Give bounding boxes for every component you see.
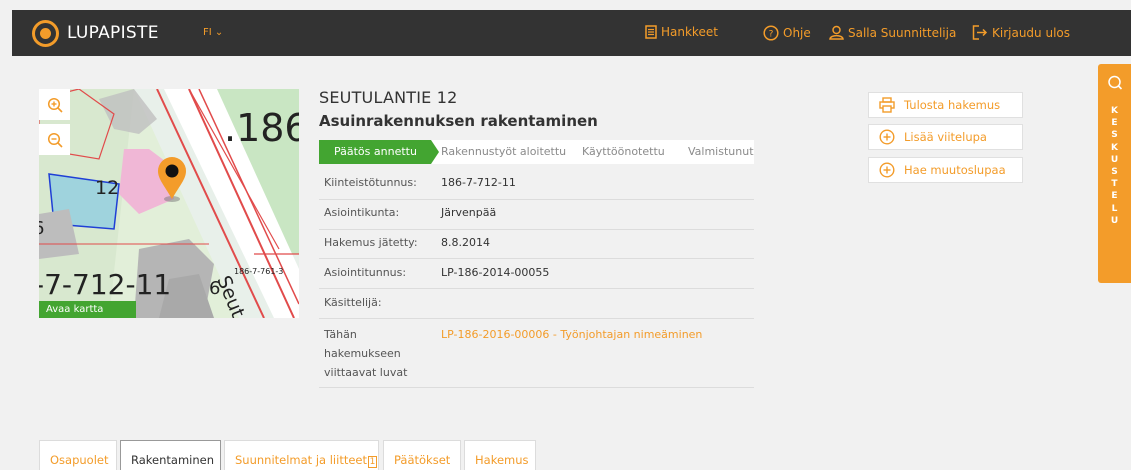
status-step-construction-started: Rakennustyöt aloitettu: [441, 145, 567, 158]
svg-text:?: ?: [769, 30, 774, 40]
apply-change-permit-label: Hae muutoslupaa: [904, 163, 1006, 177]
chat-icon: [1108, 75, 1123, 90]
zoom-out-icon: [47, 132, 63, 148]
nav-user-label: Salla Suunnittelija: [848, 25, 957, 40]
status-step-completed: Valmistunut: [688, 145, 754, 158]
property-map[interactable]: .186 12 -7-712-11 6 186-7-761-3 Seut 6 A…: [39, 89, 299, 318]
language-selector[interactable]: FI ⌄: [203, 27, 223, 38]
map-label-property: -7-712-11: [39, 268, 171, 301]
chat-letter: U: [1110, 154, 1119, 165]
zoom-in-button[interactable]: [39, 89, 70, 120]
info-label-line: viittaavat luvat: [324, 366, 408, 379]
print-application-button[interactable]: Tulosta hakemus: [868, 92, 1023, 118]
chat-label: K E S K U S T E L U: [1098, 105, 1131, 227]
plus-circle-icon: [879, 162, 895, 178]
application-address: SEUTULANTIE 12: [319, 88, 458, 107]
info-row-submitted-date: Hakemus jätetty: 8.8.2014: [319, 230, 754, 259]
info-row-property-id: Kiinteistötunnus: 186-7-712-11: [319, 171, 754, 200]
info-label: Asiointikunta:: [324, 206, 400, 219]
info-label-line: Tähän: [324, 328, 357, 341]
tab-application[interactable]: Hakemus: [464, 440, 536, 470]
chat-letter: L: [1111, 203, 1118, 214]
nav-logout-label: Kirjaudu ulos: [992, 25, 1070, 40]
map-label-neighbor: 186-7-761-3: [234, 267, 283, 276]
info-label: Kiinteistötunnus:: [324, 176, 417, 189]
info-row-municipality: Asiointikunta: Järvenpää: [319, 200, 754, 230]
top-navigation-bar: LUPAPISTE FI ⌄ Hankkeet ? Ohje Salla Suu…: [12, 10, 1131, 56]
plus-circle-icon: [879, 129, 895, 145]
chat-letter: U: [1110, 215, 1119, 226]
nav-help-link[interactable]: ? Ohje: [763, 25, 811, 41]
info-label: Tähän hakemukseen viittaavat luvat: [324, 325, 407, 382]
status-progress-bar: Päätös annettu Rakennustyöt aloitettu Kä…: [319, 140, 754, 164]
map-label-left-6: 6: [39, 218, 44, 239]
chat-letter: S: [1111, 130, 1118, 141]
add-reference-permit-button[interactable]: Lisää viitelupa: [868, 124, 1023, 150]
nav-logout-link[interactable]: Kirjaudu ulos: [972, 25, 1070, 40]
nav-projects-label: Hankkeet: [661, 25, 718, 39]
logo-text: LUPAPISTE: [67, 23, 159, 43]
chat-letter: K: [1111, 142, 1118, 153]
info-label: Käsittelijä:: [324, 296, 382, 309]
logout-icon: [972, 25, 988, 40]
chat-letter: E: [1111, 191, 1118, 202]
tab-decisions[interactable]: Päätökset: [383, 440, 461, 470]
open-map-button[interactable]: Avaa kartta: [39, 301, 136, 318]
document-icon: [645, 25, 657, 39]
chat-tab[interactable]: K E S K U S T E L U: [1098, 64, 1131, 283]
nav-projects-link[interactable]: Hankkeet: [645, 25, 718, 39]
info-value: 186-7-712-11: [441, 176, 516, 189]
attachment-count-badge: 1: [368, 456, 378, 468]
status-step-decision-given: Päätös annettu: [319, 140, 439, 164]
info-row-referencing-permits: Tähän hakemukseen viittaavat luvat LP-18…: [319, 319, 754, 388]
help-icon: ?: [763, 25, 779, 41]
chat-letter: T: [1111, 179, 1118, 190]
zoom-out-button[interactable]: [39, 124, 70, 155]
referencing-permit-link[interactable]: LP-186-2016-00006 - Työnjohtajan nimeämi…: [441, 328, 702, 341]
status-step-in-use: Käyttöönotettu: [582, 145, 665, 158]
zoom-in-icon: [47, 97, 63, 113]
chat-letter: E: [1111, 118, 1118, 129]
map-label-12: 12: [95, 177, 119, 199]
tab-plans-and-attachments[interactable]: Suunnitelmat ja liitteet 1: [224, 440, 379, 470]
map-label-186: .186: [224, 106, 299, 150]
info-row-application-id: Asiointitunnus: LP-186-2014-00055: [319, 259, 754, 289]
nav-help-label: Ohje: [783, 26, 811, 40]
add-reference-permit-label: Lisää viitelupa: [904, 130, 987, 144]
chat-letter: S: [1111, 167, 1118, 178]
lupapiste-logo[interactable]: LUPAPISTE: [32, 10, 159, 56]
info-value: 8.8.2014: [441, 236, 490, 249]
tab-construction[interactable]: Rakentaminen: [120, 440, 221, 470]
info-row-handler: Käsittelijä:: [319, 289, 754, 319]
apply-change-permit-button[interactable]: Hae muutoslupaa: [868, 157, 1023, 183]
info-value: Järvenpää: [441, 206, 497, 219]
info-label: Asiointitunnus:: [324, 266, 407, 279]
info-value: LP-186-2014-00055: [441, 266, 550, 279]
map-canvas: .186 12 -7-712-11 6 186-7-761-3 Seut 6: [39, 89, 299, 318]
tab-parties[interactable]: Osapuolet: [39, 440, 117, 470]
chat-letter: K: [1111, 106, 1118, 116]
application-operation: Asuinrakennuksen rakentaminen: [319, 112, 598, 130]
nav-user-link[interactable]: Salla Suunnittelija: [829, 25, 956, 40]
print-application-label: Tulosta hakemus: [904, 98, 1001, 112]
info-label: Hakemus jätetty:: [324, 236, 418, 249]
tab-plans-label: Suunnitelmat ja liitteet: [235, 453, 368, 467]
info-label-line: hakemukseen: [324, 347, 401, 360]
user-icon: [829, 25, 844, 40]
logo-icon: [32, 19, 59, 47]
print-icon: [879, 97, 895, 113]
